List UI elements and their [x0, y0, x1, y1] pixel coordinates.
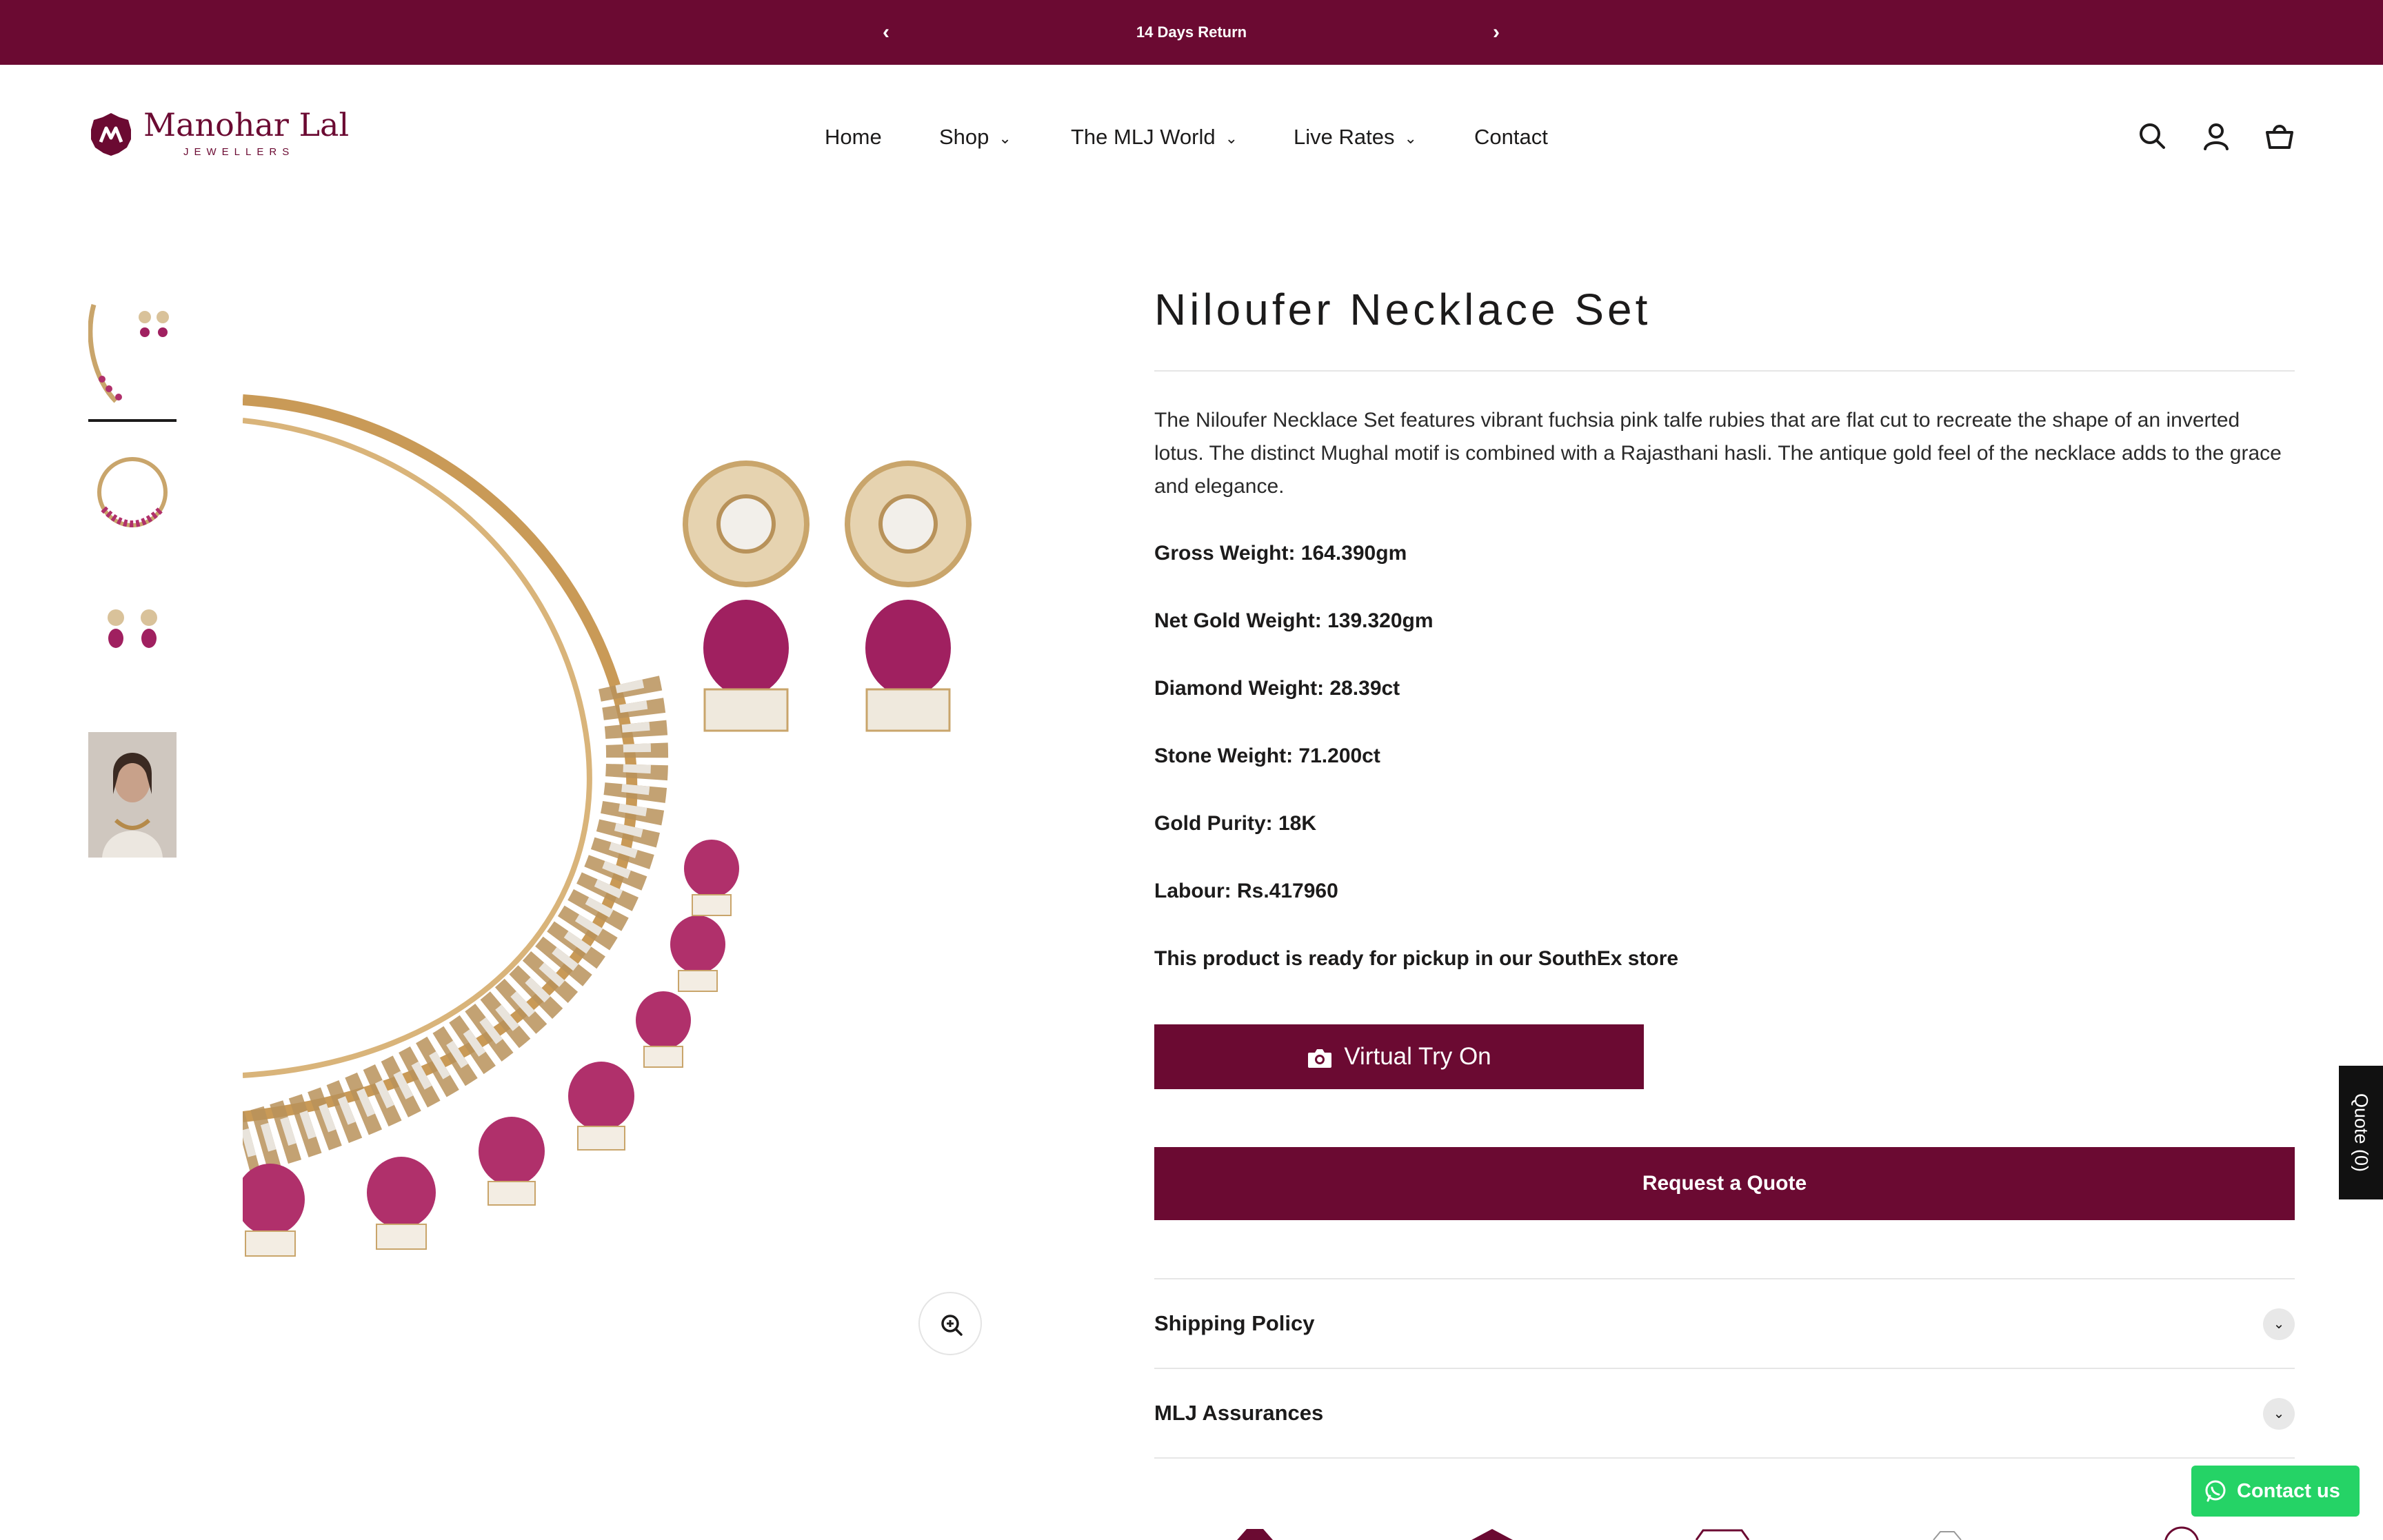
virtual-try-on-button[interactable]: Virtual Try On — [1154, 1024, 1644, 1089]
camera-icon — [1308, 1048, 1332, 1068]
product-title: Niloufer Necklace Set — [1154, 285, 1651, 334]
thumbnail-earrings[interactable] — [88, 587, 177, 713]
nav-shop[interactable]: Shop ⌄ — [939, 120, 1012, 154]
active-thumbnail-indicator — [88, 419, 177, 422]
spec-net-gold-weight: Net Gold Weight: 139.320gm — [1154, 609, 1434, 632]
request-quote-button[interactable]: Request a Quote — [1154, 1147, 2295, 1220]
whatsapp-icon — [2205, 1480, 2226, 1502]
nav-home[interactable]: Home — [825, 120, 882, 154]
thumbnail-necklace[interactable] — [88, 443, 177, 568]
quote-side-tab[interactable]: Quote (0) — [2339, 1066, 2383, 1199]
chevron-down-icon[interactable]: ⌄ — [2263, 1398, 2295, 1430]
contact-us-label: Contact us — [2237, 1480, 2340, 1502]
nav-contact[interactable]: Contact — [1474, 120, 1548, 154]
chevron-down-icon[interactable]: ⌄ — [2263, 1308, 2295, 1340]
nav-shop-label: Shop — [939, 125, 989, 149]
cart-icon[interactable] — [2262, 119, 2297, 154]
accordion-divider — [1154, 1457, 2295, 1459]
zoom-button[interactable] — [918, 1292, 982, 1355]
brand-logo-icon — [91, 113, 131, 156]
gem-icon — [1471, 1529, 1513, 1540]
product-description: The Niloufer Necklace Set features vibra… — [1154, 409, 2282, 498]
diamond-icon — [1237, 1529, 1273, 1540]
seal-icon — [2164, 1526, 2199, 1540]
nav-live-rates-label: Live Rates — [1294, 125, 1395, 149]
brand-subtitle: JEWELLERS — [183, 146, 295, 158]
nav-mlj-world-label: The MLJ World — [1071, 125, 1216, 149]
spec-gross-weight: Gross Weight: 164.390gm — [1154, 542, 1407, 565]
spec-stone-weight: Stone Weight: 71.200ct — [1154, 744, 1380, 767]
product-main-image[interactable] — [243, 386, 987, 1337]
badge-icon — [1695, 1529, 1750, 1540]
thumbnail-model[interactable] — [88, 732, 177, 858]
accordion-shipping-policy[interactable]: Shipping Policy ⌄ — [1154, 1279, 2295, 1368]
nav-mlj-world[interactable]: The MLJ World ⌄ — [1071, 120, 1238, 154]
account-icon[interactable] — [2198, 119, 2234, 154]
spec-gold-purity: Gold Purity: 18K — [1154, 812, 1317, 835]
nav-contact-label: Contact — [1474, 125, 1548, 149]
crown-icon — [1933, 1531, 1962, 1540]
announcement-text: 14 Days Return — [1136, 23, 1247, 41]
contact-us-button[interactable]: Contact us — [2191, 1466, 2360, 1517]
announcement-bar: ‹ 14 Days Return › — [0, 0, 2383, 65]
accordion-mlj-assurances[interactable]: MLJ Assurances ⌄ — [1154, 1369, 2295, 1457]
spec-labour: Labour: Rs.417960 — [1154, 880, 1338, 902]
assurance-icons-row — [1237, 1526, 2199, 1540]
nav-home-label: Home — [825, 125, 882, 149]
chevron-down-icon: ⌄ — [998, 129, 1012, 147]
search-icon[interactable] — [2135, 119, 2171, 154]
announcement-prev-button[interactable]: ‹ — [865, 0, 907, 65]
nav-live-rates[interactable]: Live Rates ⌄ — [1294, 120, 1417, 154]
pickup-availability: This product is ready for pickup in our … — [1154, 947, 1679, 970]
spec-diamond-weight: Diamond Weight: 28.39ct — [1154, 677, 1400, 700]
quote-side-tab-label: Quote (0) — [2351, 1093, 2372, 1173]
virtual-try-on-label: Virtual Try On — [1344, 1043, 1491, 1070]
chevron-down-icon: ⌄ — [1225, 129, 1238, 147]
thumbnail-necklace-set[interactable] — [88, 298, 177, 423]
zoom-in-icon — [941, 1315, 963, 1336]
accordion-mlj-assurances-label: MLJ Assurances — [1154, 1401, 1324, 1425]
announcement-next-button[interactable]: › — [1476, 0, 1517, 65]
chevron-down-icon: ⌄ — [1404, 129, 1417, 147]
site-header: Manohar Lal JEWELLERS Home Shop ⌄ The MLJ… — [0, 65, 2383, 203]
title-divider — [1154, 370, 2295, 372]
accordion-shipping-policy-label: Shipping Policy — [1154, 1311, 1315, 1335]
brand-name: Manohar Lal — [143, 106, 350, 143]
brand-logo[interactable]: Manohar Lal JEWELLERS — [88, 106, 349, 168]
